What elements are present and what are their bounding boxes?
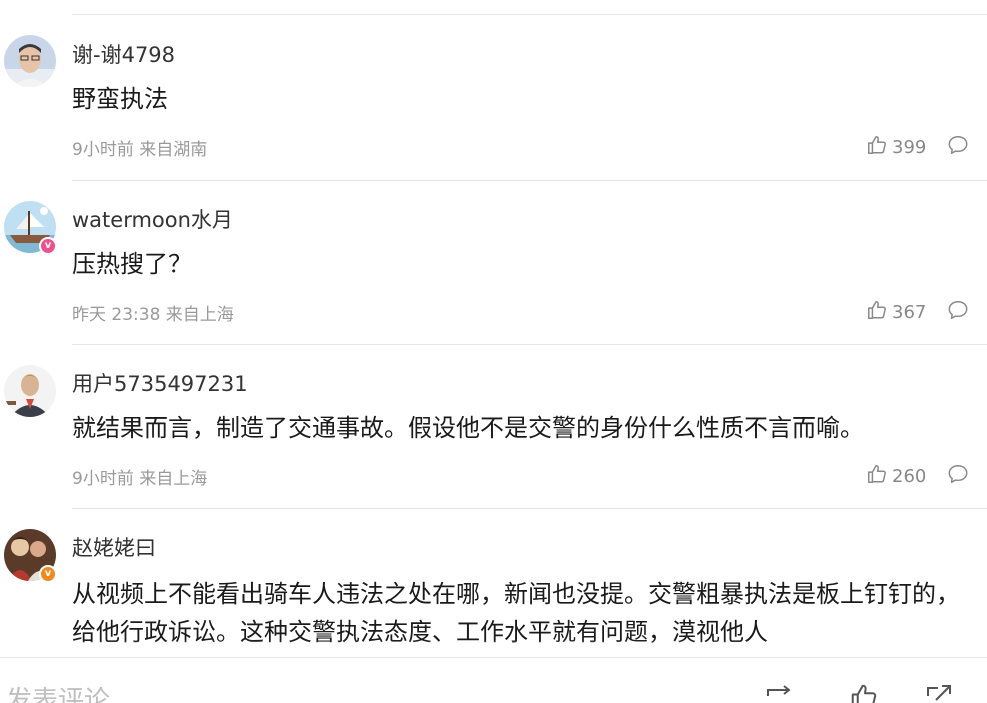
comment-meta: 9小时前 来自湖南	[72, 140, 208, 160]
verified-badge-icon: v	[39, 565, 57, 583]
username[interactable]: 用户5735497231	[72, 368, 248, 398]
comment-bubble-icon	[947, 301, 969, 325]
like-post-button[interactable]	[848, 682, 880, 703]
reply-button[interactable]	[947, 463, 969, 489]
like-count: 399	[892, 137, 927, 158]
avatar[interactable]	[4, 35, 56, 87]
like-count: 367	[892, 302, 927, 323]
comment-meta: 9小时前 来自上海	[72, 469, 208, 489]
comment-item: v watermoon水月 压热搜了？ 昨天 23:38 来自上海 367	[0, 181, 987, 345]
comment-text: 压热搜了？	[72, 250, 192, 278]
like-button[interactable]: 399	[866, 134, 926, 161]
thumbs-up-icon	[866, 299, 892, 326]
thumbs-up-icon	[866, 463, 892, 490]
verified-badge-icon: v	[39, 237, 57, 255]
comment-page: 谢-谢4798 野蛮执法 9小时前 来自湖南 399 v watermoon水月…	[0, 0, 987, 703]
comment-item: v 赵姥姥曰 从视频上不能看出骑车人违法之处在哪，新闻也没提。交警粗暴执法是板上…	[0, 509, 987, 659]
repost-icon	[764, 685, 798, 703]
comment-bubble-icon	[947, 136, 969, 160]
reply-button[interactable]	[947, 299, 969, 325]
repost-button[interactable]	[764, 682, 798, 703]
like-button[interactable]: 260	[866, 463, 926, 490]
share-arrow-icon	[924, 685, 954, 703]
comment-item: 谢-谢4798 野蛮执法 9小时前 来自湖南 399	[0, 0, 987, 181]
compose-comment-input[interactable]: 发表评论	[6, 680, 110, 703]
comment-bubble-icon	[947, 465, 969, 489]
bottom-action-bar: 发表评论	[0, 657, 987, 703]
scroll-fade	[0, 640, 987, 658]
like-count: 260	[892, 466, 927, 487]
comment-item: 用户5735497231 就结果而言，制造了交通事故。假设他不是交警的身份什么性…	[0, 345, 987, 509]
username[interactable]: watermoon水月	[72, 204, 233, 234]
comment-meta: 昨天 23:38 来自上海	[72, 305, 234, 325]
share-button[interactable]	[924, 682, 954, 703]
username[interactable]: 谢-谢4798	[72, 39, 175, 69]
comment-text: 就结果而言，制造了交通事故。假设他不是交警的身份什么性质不言而喻。	[72, 414, 864, 442]
thumbs-up-icon	[848, 684, 880, 703]
like-button[interactable]: 367	[866, 299, 926, 326]
avatar[interactable]	[4, 365, 56, 417]
comment-text: 野蛮执法	[72, 85, 168, 113]
username[interactable]: 赵姥姥曰	[72, 532, 156, 562]
reply-button[interactable]	[947, 134, 969, 160]
thumbs-up-icon	[866, 134, 892, 161]
